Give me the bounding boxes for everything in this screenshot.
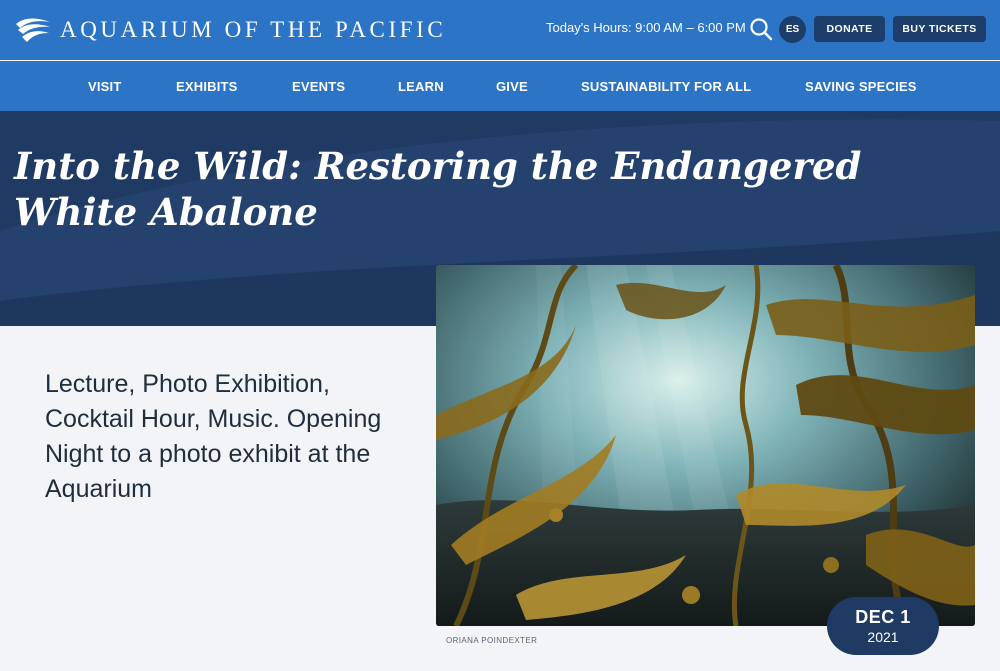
wave-logo-icon [16, 18, 50, 42]
nav-item-sustainability[interactable]: SUSTAINABILITY FOR ALL [581, 79, 751, 94]
top-bar: AQUARIUM OF THE PACIFIC Today's Hours: 9… [0, 0, 1000, 60]
event-title: Into the Wild: Restoring the Endangered … [14, 144, 862, 234]
search-icon [750, 18, 773, 41]
event-date-year: 2021 [867, 629, 899, 645]
nav-item-visit[interactable]: VISIT [88, 79, 122, 94]
nav-item-saving-species[interactable]: SAVING SPECIES [805, 79, 917, 94]
event-description: Lecture, Photo Exhibition, Cocktail Hour… [45, 370, 382, 503]
event-date-day: DEC 1 [855, 607, 911, 627]
search-button[interactable] [748, 16, 774, 42]
site-logo[interactable]: AQUARIUM OF THE PACIFIC [14, 14, 446, 46]
todays-hours: Today's Hours: 9:00 AM – 6:00 PM [546, 20, 746, 35]
nav-item-events[interactable]: EVENTS [292, 79, 345, 94]
buy-tickets-button[interactable]: BUY TICKETS [893, 16, 986, 42]
photo-credit: ORIANA POINDEXTER [446, 636, 538, 645]
kelp-forest-illustration [436, 265, 975, 626]
event-date-badge: DEC 1 2021 [827, 597, 939, 655]
main-nav: VISIT EXHIBITS EVENTS LEARN GIVE SUSTAIN… [0, 61, 1000, 111]
nav-item-exhibits[interactable]: EXHIBITS [176, 79, 238, 94]
nav-item-learn[interactable]: LEARN [398, 79, 444, 94]
donate-button[interactable]: DONATE [814, 16, 885, 42]
brand-name: AQUARIUM OF THE PACIFIC [60, 17, 447, 42]
nav-item-give[interactable]: GIVE [496, 79, 528, 94]
language-toggle-button[interactable]: ES [779, 16, 806, 43]
event-photo-kelp-forest [436, 265, 975, 626]
